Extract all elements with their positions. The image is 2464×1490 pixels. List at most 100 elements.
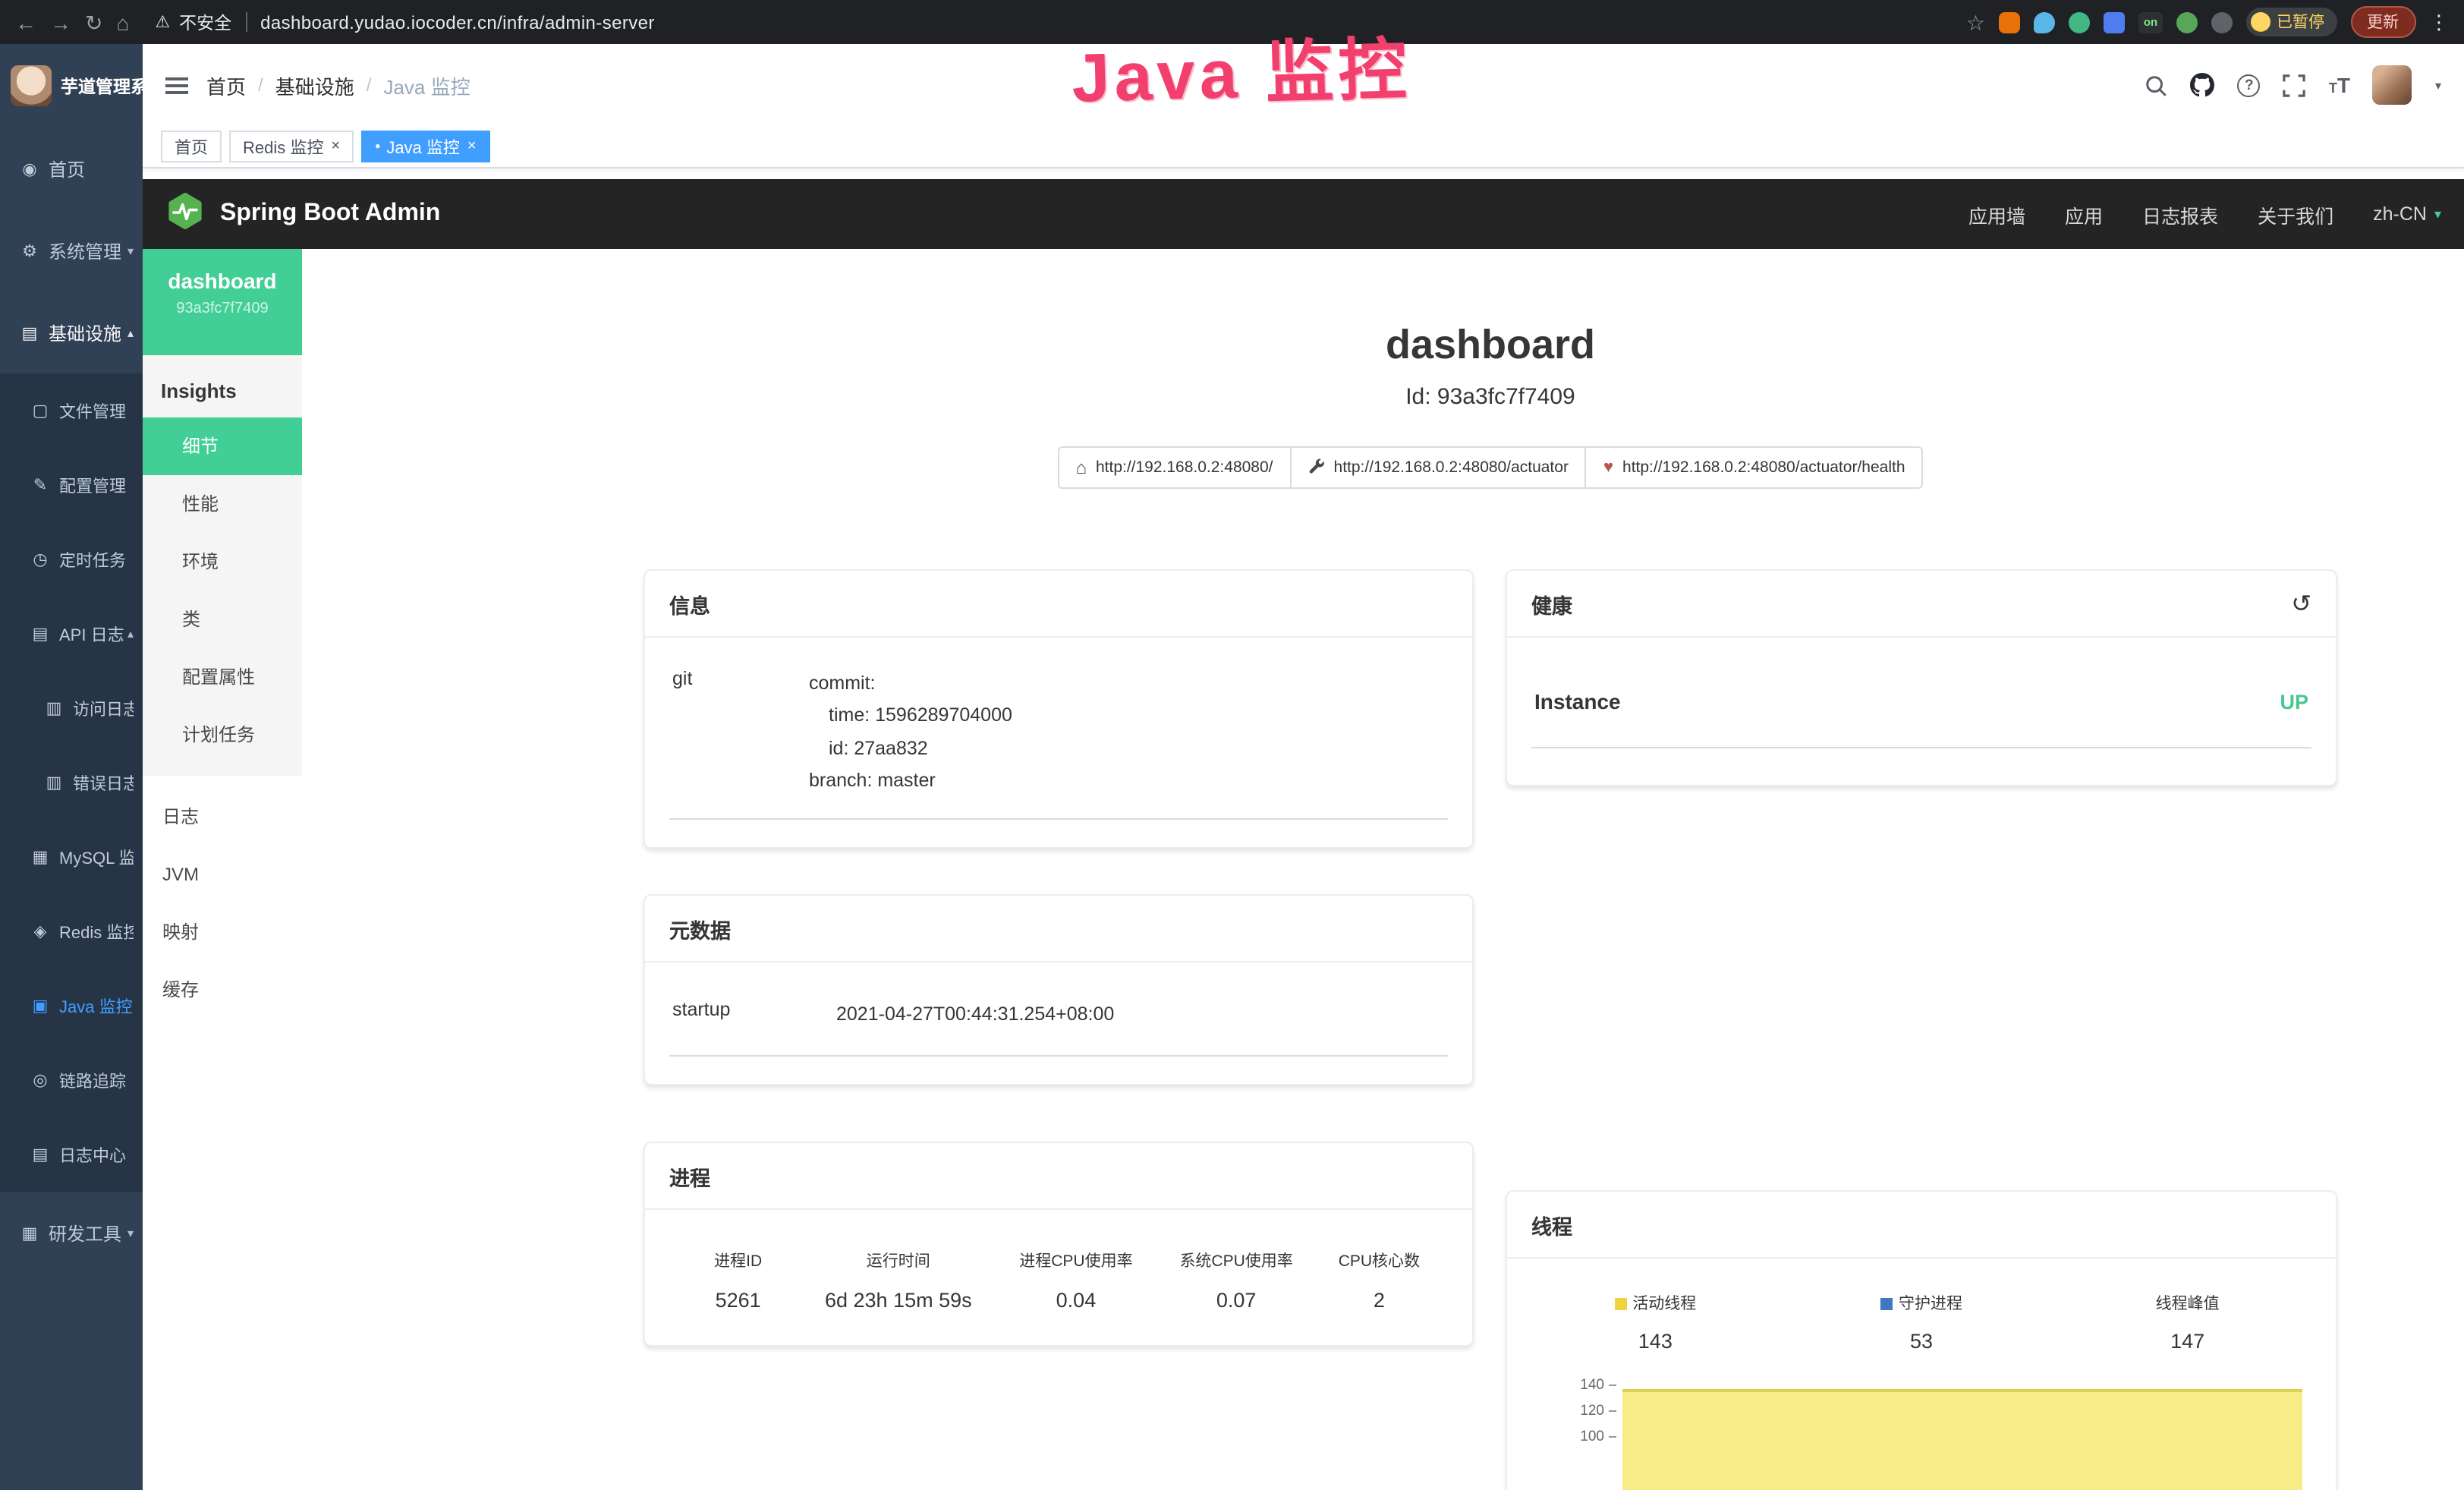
instance-home-link[interactable]: ⌂ http://192.168.0.2:48080/ [1057, 446, 1291, 489]
health-card-title: 健康 [1531, 588, 1572, 619]
user-avatar[interactable] [2373, 65, 2412, 105]
extension-icon-blue-grid[interactable] [2104, 11, 2125, 33]
home-icon: ⌂ [1075, 457, 1087, 478]
sba-item-classes[interactable]: 类 [143, 591, 302, 648]
instance-links: ⌂ http://192.168.0.2:48080/ http://192.1… [644, 446, 2337, 489]
history-icon[interactable]: ↺ [2291, 588, 2311, 619]
tab-java-monitor[interactable]: ● Java 监控 × [361, 131, 490, 162]
extension-icon-switch[interactable]: on [2138, 11, 2163, 33]
extension-icon-leaf[interactable] [2176, 11, 2198, 33]
trace-icon: ◎ [30, 1070, 50, 1090]
search-icon[interactable] [2145, 74, 2168, 96]
heart-icon: ♥ [1603, 458, 1613, 477]
sba-item-environment[interactable]: 环境 [143, 533, 302, 591]
extension-icon-drop[interactable] [2034, 11, 2055, 33]
github-icon[interactable] [2191, 73, 2215, 97]
hamburger-icon[interactable] [165, 77, 188, 93]
live-threads-area [1622, 1389, 2302, 1490]
sba-item-scheduled-tasks[interactable]: 计划任务 [143, 706, 302, 764]
sba-item-metrics[interactable]: 性能 [143, 475, 302, 533]
tab-home[interactable]: 首页 [161, 131, 222, 162]
threads-legend: 活动线程 143 守护进程 [1522, 1280, 2321, 1353]
sba-nav-wallboard[interactable]: 应用墙 [1968, 200, 2025, 228]
sidebar-item-scheduled-jobs[interactable]: ◷ 定时任务 [0, 522, 143, 597]
fullscreen-icon[interactable] [2283, 74, 2306, 96]
process-col-header: 运行时间 [801, 1250, 996, 1273]
breadcrumb-infrastructure[interactable]: 基础设施 [275, 71, 354, 99]
legend-live-threads: 活动线程 143 [1522, 1292, 1789, 1353]
sidebar-item-error-logs[interactable]: ▥ 错误日志 [0, 745, 143, 820]
extension-icon-green-circle[interactable] [2069, 11, 2090, 33]
sba-nav-applications[interactable]: 应用 [2065, 200, 2103, 228]
sidebar-item-mysql-monitor[interactable]: ▦ MySQL 监控 [0, 820, 143, 894]
ytick-140: 140 [1580, 1377, 1616, 1394]
sidebar-item-dev-tools[interactable]: ▦ 研发工具 ▾ [0, 1192, 143, 1274]
app-logo-row[interactable]: 芋道管理系统 [0, 44, 143, 128]
back-icon[interactable]: ← [15, 11, 36, 33]
spring-boot-admin: Spring Boot Admin 应用墙 应用 日志报表 关于我们 zh-CN… [143, 179, 2464, 1490]
sba-item-details[interactable]: 细节 [143, 417, 302, 475]
forward-icon[interactable]: → [50, 11, 71, 33]
sba-item-logs[interactable]: 日志 [143, 788, 302, 846]
smiley-avatar-icon [2251, 12, 2270, 32]
ytick-100: 100 [1580, 1429, 1616, 1445]
profile-paused-chip[interactable]: 已暂停 [2246, 8, 2337, 36]
process-col-header: 进程ID [675, 1250, 801, 1273]
infrastructure-icon: ▤ [20, 323, 39, 342]
sidebar-item-infrastructure[interactable]: ▤ 基础设施 ▴ [0, 291, 143, 373]
sidebar-item-trace[interactable]: ◎ 链路追踪 [0, 1043, 143, 1117]
sidebar-item-java-monitor[interactable]: ▣ Java 监控 [0, 969, 143, 1043]
actuator-health-link[interactable]: ♥ http://192.168.0.2:48080/actuator/heal… [1585, 446, 1924, 489]
sidebar-item-redis-monitor[interactable]: ◈ Redis 监控 [0, 894, 143, 969]
actuator-link[interactable]: http://192.168.0.2:48080/actuator [1290, 446, 1587, 489]
close-icon[interactable]: × [467, 138, 477, 155]
sidebar-item-config-management[interactable]: ✎ 配置管理 [0, 448, 143, 522]
bookmark-star-icon[interactable]: ☆ [1966, 11, 1985, 33]
tags-view: 首页 Redis 监控 × ● Java 监控 × [143, 126, 2464, 169]
sba-item-configprops[interactable]: 配置属性 [143, 648, 302, 706]
sba-brand[interactable]: Spring Boot Admin [220, 200, 440, 228]
health-instance-label: Instance [1534, 689, 1621, 713]
sidebar-item-access-logs[interactable]: ▥ 访问日志 [0, 671, 143, 745]
sidebar-item-system-management[interactable]: ⚙ 系统管理 ▾ [0, 209, 143, 291]
avatar-caret-icon[interactable]: ▾ [2435, 78, 2441, 92]
legend-daemon-threads: 守护进程 53 [1789, 1292, 2055, 1353]
sba-locale-select[interactable]: zh-CN ▾ [2373, 203, 2441, 225]
close-icon[interactable]: × [331, 138, 340, 155]
tab-redis-monitor[interactable]: Redis 监控 × [229, 131, 354, 162]
sba-nav-about[interactable]: 关于我们 [2258, 200, 2333, 228]
process-cpu: 0.04 [996, 1290, 1156, 1312]
extension-icon-orange[interactable] [1999, 11, 2020, 33]
ytick-120: 120 [1580, 1403, 1616, 1419]
sidebar-item-file-management[interactable]: ▢ 文件管理 [0, 373, 143, 448]
database-icon: ▦ [30, 847, 50, 867]
sidebar-item-home[interactable]: ◉ 首页 [0, 128, 143, 209]
screen: ← → ↻ ⌂ ⚠ 不安全 dashboard.yudao.iocoder.cn… [0, 0, 2464, 1490]
extensions-puzzle-icon[interactable] [2211, 11, 2233, 33]
font-size-icon[interactable]: TT [2329, 73, 2350, 97]
reload-icon[interactable]: ↻ [85, 11, 102, 33]
spring-boot-admin-logo[interactable] [165, 191, 205, 238]
threads-card-title: 线程 [1507, 1192, 2336, 1258]
sba-nav-journal[interactable]: 日志报表 [2142, 200, 2218, 228]
paused-label: 已暂停 [2277, 11, 2324, 33]
health-instance-row[interactable]: Instance UP [1531, 668, 2311, 748]
sba-item-jvm[interactable]: JVM [143, 846, 302, 903]
sba-item-mappings[interactable]: 映射 [143, 903, 302, 961]
doc-icon: ▥ [44, 773, 64, 792]
update-button[interactable]: 更新 [2350, 6, 2415, 38]
chevron-down-icon: ▾ [2434, 206, 2441, 222]
sidebar-item-log-center[interactable]: ▤ 日志中心 [0, 1117, 143, 1192]
address-divider [245, 12, 247, 32]
url-text[interactable]: dashboard.yudao.iocoder.cn/infra/admin-s… [260, 11, 655, 33]
address-bar[interactable]: ⚠ 不安全 dashboard.yudao.iocoder.cn/infra/a… [155, 10, 654, 34]
sba-item-caches[interactable]: 缓存 [143, 961, 302, 1019]
sba-instance-header[interactable]: dashboard 93a3fc7f7409 [143, 249, 302, 355]
browser-home-icon[interactable]: ⌂ [116, 11, 129, 33]
log-center-icon: ▤ [30, 1145, 50, 1164]
security-label[interactable]: 不安全 [179, 10, 231, 34]
sidebar-item-api-logs[interactable]: ▤ API 日志 ▴ [0, 597, 143, 671]
breadcrumb-home[interactable]: 首页 [206, 71, 246, 99]
help-icon[interactable]: ? [2238, 74, 2261, 96]
kebab-menu-icon[interactable]: ⋮ [2429, 12, 2449, 32]
